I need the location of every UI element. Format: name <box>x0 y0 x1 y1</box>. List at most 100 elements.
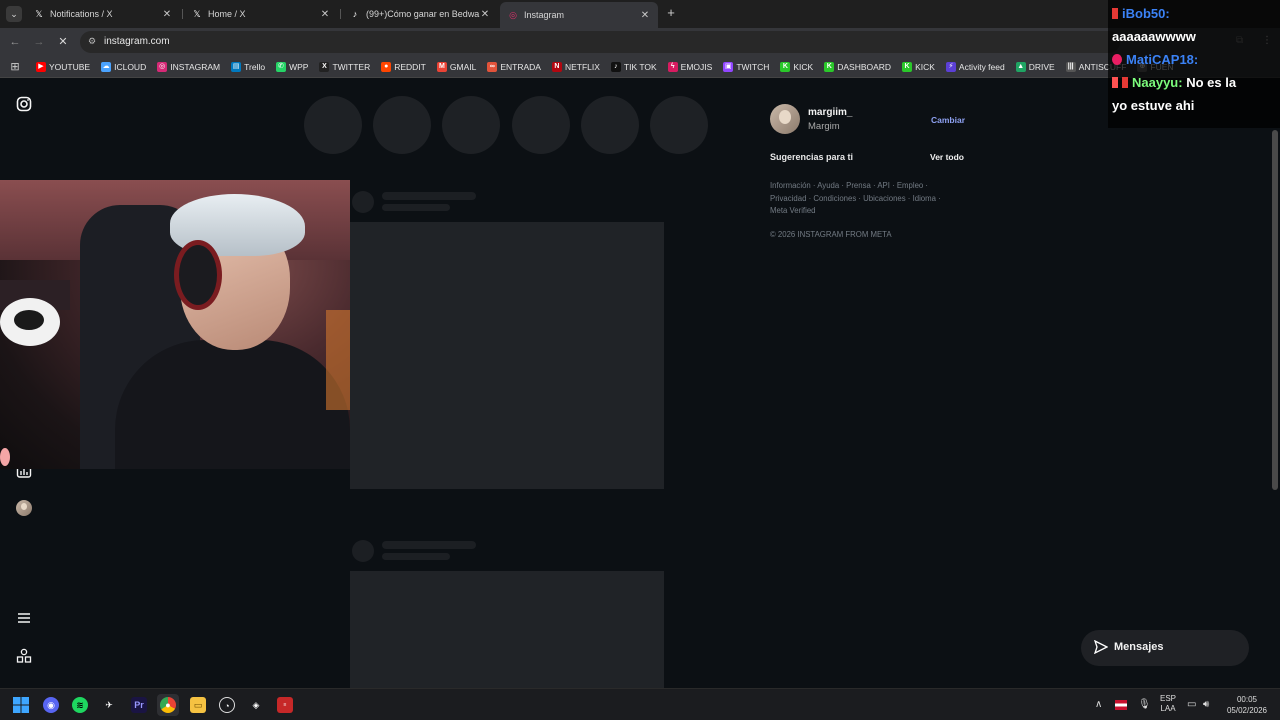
flag-icon[interactable] <box>1115 700 1127 710</box>
app-icon[interactable]: ◈ <box>248 697 264 713</box>
bookmark-item[interactable]: ∞ ENTRADA <box>487 61 541 72</box>
hamburger-menu-icon[interactable] <box>16 610 32 626</box>
profile-avatar[interactable] <box>770 104 800 134</box>
messages-button[interactable]: Mensajes <box>1081 630 1249 666</box>
tab-instagram[interactable]: ◎ Instagram ✕ <box>500 2 658 28</box>
bookmark-favicon-icon: ✆ <box>276 61 287 72</box>
discord-icon[interactable]: ◉ <box>43 697 59 713</box>
bookmark-label: REDDIT <box>394 61 426 72</box>
bookmark-item[interactable]: M GMAIL <box>436 61 476 72</box>
tray-chevron-icon[interactable]: ∧ <box>1095 699 1102 710</box>
bookmark-favicon-icon: ||| <box>1065 61 1076 72</box>
bookmark-label: NETFLIX <box>564 61 600 72</box>
bookmark-item[interactable]: ● REDDIT <box>381 61 426 72</box>
bookmark-favicon-icon: ● <box>381 61 392 72</box>
profile-avatar-nav[interactable] <box>16 500 32 516</box>
profile-username[interactable]: margiim_ <box>808 107 852 118</box>
story-placeholder <box>512 96 570 154</box>
bookmark-label: EMOJIS <box>680 61 713 72</box>
chat-text: aaaaaawwww <box>1112 29 1196 44</box>
bookmark-item[interactable]: X TWITTER <box>319 61 371 72</box>
bookmark-label: TWITTER <box>332 61 371 72</box>
bookmark-list: ▶ YOUTUBE ☁ ICLOUD ◎ INSTAGRAM ▤ Trello ✆ WPP X TWI… <box>36 61 1185 72</box>
clock-time: 00:05 <box>1236 695 1258 704</box>
premiere-icon[interactable]: Pr <box>131 697 147 713</box>
bookmark-item[interactable]: ϟ EMOJIS <box>667 61 713 72</box>
switch-account-link[interactable]: Cambiar <box>931 115 965 125</box>
tab-label: Instagram <box>524 10 565 20</box>
webcam-hoodie <box>115 340 350 469</box>
close-icon[interactable]: ✕ <box>640 10 650 21</box>
chrome-icon[interactable]: ● <box>160 697 176 713</box>
windows-start-icon[interactable] <box>13 697 29 713</box>
stop-loading-icon[interactable]: ✕ <box>56 35 70 49</box>
app-icon[interactable]: ≡ <box>277 697 293 713</box>
apps-grid-icon[interactable]: ⊞ <box>8 60 22 74</box>
bookmark-favicon-icon: ☁ <box>101 61 112 72</box>
footer-links[interactable]: Información · Ayuda · Prensa · API · Emp… <box>770 181 928 190</box>
tab-label: Notifications / X <box>50 9 113 19</box>
obs-icon[interactable]: ◔ <box>219 697 235 713</box>
tab-tiktok-bedwars[interactable]: ♪ (99+)Cómo ganar en Bedwars c ✕ <box>342 4 498 24</box>
bookmark-item[interactable]: ◎ INSTAGRAM <box>157 61 221 72</box>
bookmark-favicon-icon: X <box>319 61 330 72</box>
tab-notifications-x[interactable]: 𝕏 Notifications / X ✕ <box>26 4 180 24</box>
bookmark-item[interactable]: K KICK <box>902 61 935 72</box>
bookmark-item[interactable]: ⚡ Activity feed <box>945 61 1005 72</box>
see-all-link[interactable]: Ver todo <box>930 152 964 162</box>
back-arrow-icon[interactable]: ← <box>8 35 22 49</box>
bookmark-item[interactable]: ♪ TIK TOK <box>610 61 657 72</box>
bookmark-item[interactable]: K KICK <box>780 61 813 72</box>
language-layout: LAA <box>1160 704 1176 713</box>
network-icon[interactable]: ▭ <box>1187 699 1196 710</box>
tab-home-x[interactable]: 𝕏 Home / X ✕ <box>184 4 338 24</box>
spotify-icon[interactable]: ≋ <box>72 697 88 713</box>
bookmark-item[interactable]: K DASHBOARD <box>824 61 891 72</box>
stream-chat-overlay: iBob50: aaaaaawwww MatiCAP18: Naayyu: No… <box>1108 0 1280 128</box>
volume-icon[interactable]: 🔊︎ <box>1203 699 1209 710</box>
tab-search-icon[interactable]: ⌄ <box>6 6 22 22</box>
clock-date: 05/02/2026 <box>1226 706 1268 715</box>
file-explorer-icon[interactable]: ▭ <box>190 697 206 713</box>
bookmark-favicon-icon: ◎ <box>157 61 168 72</box>
tab-label: (99+)Cómo ganar en Bedwars c <box>366 9 480 19</box>
bookmark-item[interactable]: ▣ TWITCH <box>723 61 769 72</box>
post-meta-placeholder <box>382 553 450 560</box>
webcam-object <box>0 448 10 466</box>
bookmark-label: INSTAGRAM <box>170 61 221 72</box>
footer-links[interactable]: Meta Verified <box>770 206 816 215</box>
steam-icon[interactable]: ✈ <box>101 697 117 713</box>
bookmark-label: KICK <box>915 61 935 72</box>
bookmark-favicon-icon: ϟ <box>667 61 678 72</box>
instagram-logo-icon[interactable] <box>16 96 32 112</box>
bookmark-item[interactable]: N NETFLIX <box>551 61 600 72</box>
bookmark-label: Trello <box>244 61 266 72</box>
bookmark-item[interactable]: ▤ Trello <box>231 61 266 72</box>
bookmark-item[interactable]: ☁ ICLOUD <box>101 61 146 72</box>
post-meta-placeholder <box>382 204 450 211</box>
language-indicator[interactable]: ESP LAA <box>1158 694 1178 714</box>
post-name-placeholder <box>382 192 476 200</box>
footer-links[interactable]: Privacidad · Condiciones · Ubicaciones ·… <box>770 194 941 203</box>
site-info-icon[interactable]: ⚙ <box>88 36 96 47</box>
tab-label: Home / X <box>208 9 246 19</box>
bookmark-item[interactable]: ✆ WPP <box>276 61 308 72</box>
new-tab-button[interactable]: + <box>664 6 678 20</box>
scrollbar-thumb[interactable] <box>1272 130 1278 490</box>
close-icon[interactable]: ✕ <box>162 9 172 20</box>
close-icon[interactable]: ✕ <box>320 9 330 20</box>
bookmark-item[interactable]: ▶ YOUTUBE <box>36 61 90 72</box>
microphone-icon[interactable]: 🎙︎ <box>1138 699 1151 710</box>
forward-arrow-icon[interactable]: → <box>32 35 46 49</box>
more-apps-icon[interactable] <box>16 648 32 664</box>
post-media-placeholder <box>350 571 664 688</box>
tiktok-icon: ♪ <box>352 9 358 19</box>
post-avatar-placeholder <box>352 540 374 562</box>
close-icon[interactable]: ✕ <box>480 9 490 20</box>
chat-message: yo estuve ahi <box>1112 94 1276 117</box>
bookmark-favicon-icon: ▲ <box>1015 61 1026 72</box>
bookmark-item[interactable]: ▲ DRIVE <box>1015 61 1055 72</box>
system-clock[interactable]: 00:05 05/02/2026 <box>1222 694 1272 716</box>
address-bar[interactable]: ⚙ instagram.com <box>80 31 1120 53</box>
story-placeholder <box>650 96 708 154</box>
